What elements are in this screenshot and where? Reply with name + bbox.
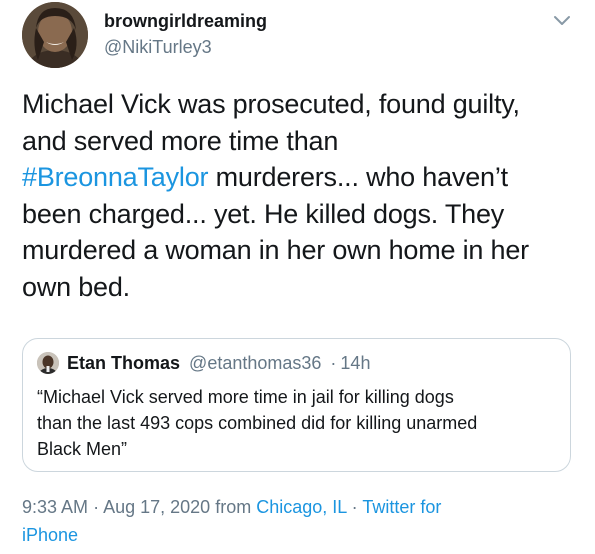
quoted-text-line: Black Men”	[37, 439, 128, 459]
quoted-profile-photo-icon	[37, 352, 59, 374]
tweet-text-line: been charged... yet. He killed dogs. The…	[22, 198, 505, 229]
quoted-author-avatar[interactable]	[37, 352, 59, 374]
metadata-line: iPhone	[22, 521, 572, 549]
hashtag-link[interactable]: #BreonnaTaylor	[22, 162, 209, 192]
client-link-continued[interactable]: iPhone	[22, 525, 78, 545]
meta-from: from	[215, 497, 252, 517]
tweet-text-line: #BreonnaTaylor murderers... who haven’t	[22, 162, 508, 192]
tweet-text-line: murdered a woman in her own home in her	[22, 235, 529, 265]
quoted-separator: ·	[330, 353, 337, 373]
client-link[interactable]: Twitter for	[362, 497, 441, 517]
quoted-author-handle: @etanthomas36	[189, 353, 322, 373]
profile-photo-icon	[22, 2, 88, 68]
tweet-date[interactable]: Aug 17, 2020	[103, 497, 210, 517]
quoted-tweet[interactable]: Etan Thomas @etanthomas36 · 14h “Michael …	[22, 338, 571, 472]
quoted-timestamp: 14h	[340, 353, 371, 373]
metadata-line: 9:33 AM · Aug 17, 2020 from Chicago, IL …	[22, 493, 572, 521]
quoted-text-line: “Michael Vick served more time in jail f…	[37, 387, 454, 407]
tweet-metadata: 9:33 AM · Aug 17, 2020 from Chicago, IL …	[22, 493, 572, 549]
meta-separator: ·	[93, 497, 100, 517]
quoted-text-line: than the last 493 cops combined did for …	[37, 413, 478, 433]
tweet-time[interactable]: 9:33 AM	[22, 497, 88, 517]
quoted-text: “Michael Vick served more time in jail f…	[37, 384, 562, 462]
tweet-text-line: own bed.	[22, 271, 130, 302]
tweet-text-line: Michael Vick was prosecuted, found guilt…	[22, 89, 520, 119]
tweet-card: browngirldreaming @NikiTurley3 Michael V…	[0, 0, 595, 554]
author-handle[interactable]: @NikiTurley3	[104, 36, 267, 58]
quoted-header: Etan Thomas @etanthomas36 · 14h	[67, 351, 370, 375]
author-display-name[interactable]: browngirldreaming	[104, 10, 267, 32]
location-link[interactable]: Chicago, IL	[256, 497, 346, 517]
author-avatar[interactable]	[22, 2, 88, 68]
chevron-down-icon[interactable]	[551, 12, 573, 28]
author-info: browngirldreaming @NikiTurley3	[104, 10, 267, 58]
tweet-text: Michael Vick was prosecuted, found guilt…	[22, 86, 582, 305]
tweet-text-line: and served more time than	[22, 125, 339, 156]
quoted-author-name: Etan Thomas	[67, 353, 181, 373]
meta-separator: ·	[351, 497, 358, 517]
